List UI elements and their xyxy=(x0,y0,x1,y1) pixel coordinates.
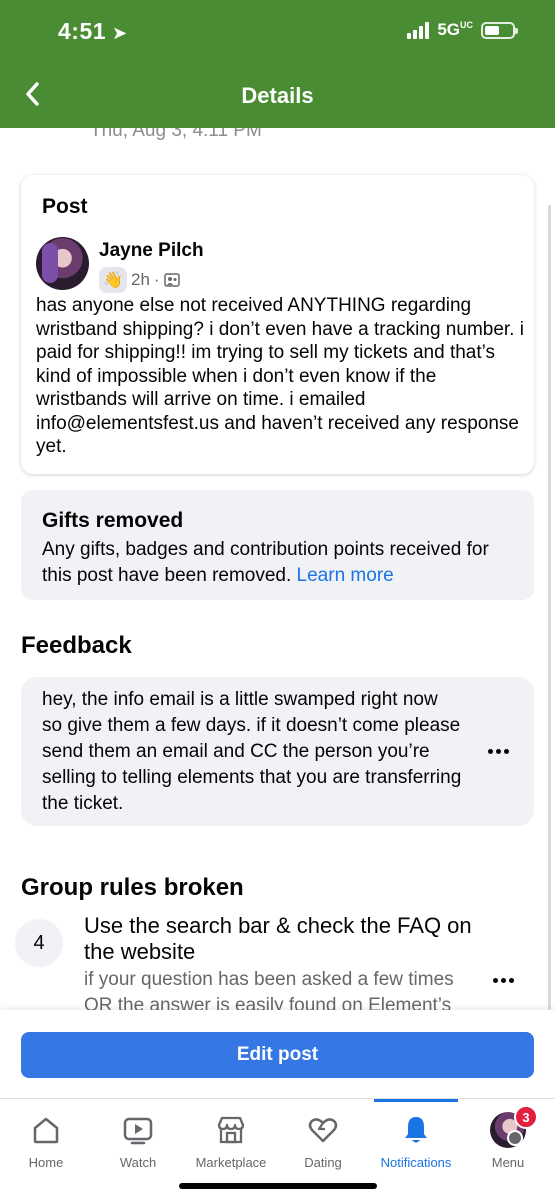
bell-icon xyxy=(400,1113,432,1147)
network-type: 5GUC xyxy=(437,20,473,39)
feedback-title: Feedback xyxy=(21,632,132,659)
dot xyxy=(500,977,506,983)
feedback-comment: hey, the info email is a little swamped … xyxy=(21,677,534,826)
tab-marketplace[interactable]: Marketplace xyxy=(185,1099,277,1179)
member-badge-icon: 👋 xyxy=(99,267,127,293)
home-indicator[interactable] xyxy=(179,1183,377,1189)
gifts-removed-body: Any gifts, badges and contribution point… xyxy=(42,537,522,589)
signal-strength-icon xyxy=(407,21,430,39)
dot xyxy=(503,748,509,754)
learn-more-link[interactable]: Learn more xyxy=(297,565,394,586)
post-time: 2h xyxy=(131,270,150,289)
group-privacy-icon xyxy=(163,273,180,287)
dot xyxy=(495,748,501,754)
tab-notifications-label: Notifications xyxy=(380,1155,452,1170)
tab-watch-label: Watch xyxy=(119,1155,157,1170)
dot xyxy=(492,977,498,983)
bottom-action-panel: Edit post xyxy=(0,1010,555,1098)
feedback-text: hey, the info email is a little swamped … xyxy=(42,689,462,814)
rule-more-button[interactable] xyxy=(488,970,518,990)
menu-lines-icon xyxy=(507,1130,523,1146)
post-body: has anyone else not received ANYTHING re… xyxy=(36,295,524,457)
group-rules-title: Group rules broken xyxy=(21,874,244,901)
marketplace-icon xyxy=(215,1113,247,1147)
status-time-text: 4:51 xyxy=(58,18,107,44)
status-time: 4:51 ➤ xyxy=(58,18,128,45)
header-bar: Details xyxy=(0,62,555,128)
post-date: Thu, Aug 3, 4:11 PM xyxy=(90,128,262,141)
location-arrow-icon: ➤ xyxy=(112,23,128,43)
menu-notification-badge: 3 xyxy=(514,1105,538,1129)
author-name[interactable]: Jayne Pilch xyxy=(99,240,204,262)
dot xyxy=(508,977,514,983)
page-title: Details xyxy=(241,83,314,108)
tab-dating[interactable]: Dating xyxy=(277,1099,369,1179)
rule-number-badge: 4 xyxy=(15,919,63,967)
tab-notifications[interactable]: Notifications xyxy=(370,1099,462,1179)
author-avatar[interactable] xyxy=(36,237,89,290)
gifts-removed-text: Any gifts, badges and contribution point… xyxy=(42,539,489,586)
post-heading: Post xyxy=(42,195,88,218)
status-indicators: 5GUC xyxy=(407,20,518,40)
edit-post-button[interactable]: Edit post xyxy=(21,1032,534,1078)
tab-menu-label: Menu xyxy=(491,1155,525,1170)
dating-icon xyxy=(307,1113,339,1147)
post-meta: 👋 2h · xyxy=(99,267,180,293)
feedback-more-button[interactable] xyxy=(483,741,513,761)
home-icon xyxy=(30,1113,62,1147)
tab-home[interactable]: Home xyxy=(0,1099,92,1179)
dot xyxy=(487,748,493,754)
rule-description: if your question has been asked a few ti… xyxy=(84,969,454,1010)
watch-icon xyxy=(122,1113,154,1147)
tab-home-label: Home xyxy=(28,1155,64,1170)
tab-dating-label: Dating xyxy=(304,1155,342,1170)
rule-title: Use the search bar & check the FAQ on th… xyxy=(84,913,472,964)
tab-marketplace-label: Marketplace xyxy=(195,1155,267,1170)
meta-separator: · xyxy=(153,270,160,289)
tab-watch[interactable]: Watch xyxy=(92,1099,184,1179)
battery-icon xyxy=(481,21,518,39)
post-card: Post Jayne Pilch 👋 2h · has anyone else … xyxy=(21,175,534,474)
gifts-removed-title: Gifts removed xyxy=(42,509,184,532)
scrollbar[interactable] xyxy=(548,205,551,1010)
status-bar: 4:51 ➤ 5GUC xyxy=(0,0,555,62)
details-content[interactable]: Thu, Aug 3, 4:11 PM Post Jayne Pilch 👋 2… xyxy=(0,128,555,1010)
gifts-removed-notice: Gifts removed Any gifts, badges and cont… xyxy=(21,490,534,600)
